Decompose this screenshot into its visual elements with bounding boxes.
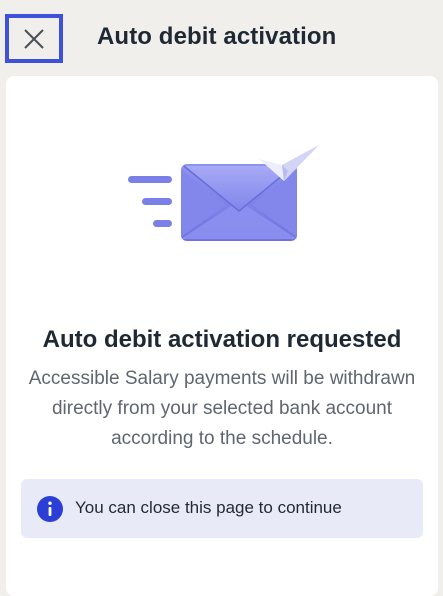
motion-line [128,176,172,183]
close-icon [24,28,44,49]
header-bar: Auto debit activation [0,0,443,76]
confirmation-title: Auto debit activation requested [42,326,402,353]
envelope-paper-plane-illustration [128,145,319,241]
confirmation-description: Accessible Salary payments will be withd… [28,368,416,449]
info-banner: You can close this page to continue [21,479,423,538]
close-button[interactable] [5,14,63,63]
motion-line [142,198,172,205]
page-title: Auto debit activation [97,23,337,50]
info-icon [37,496,63,522]
confirmation-card: Auto debit activation requested Accessib… [6,76,438,596]
motion-line [153,220,172,227]
info-text: You can close this page to continue [75,498,342,517]
